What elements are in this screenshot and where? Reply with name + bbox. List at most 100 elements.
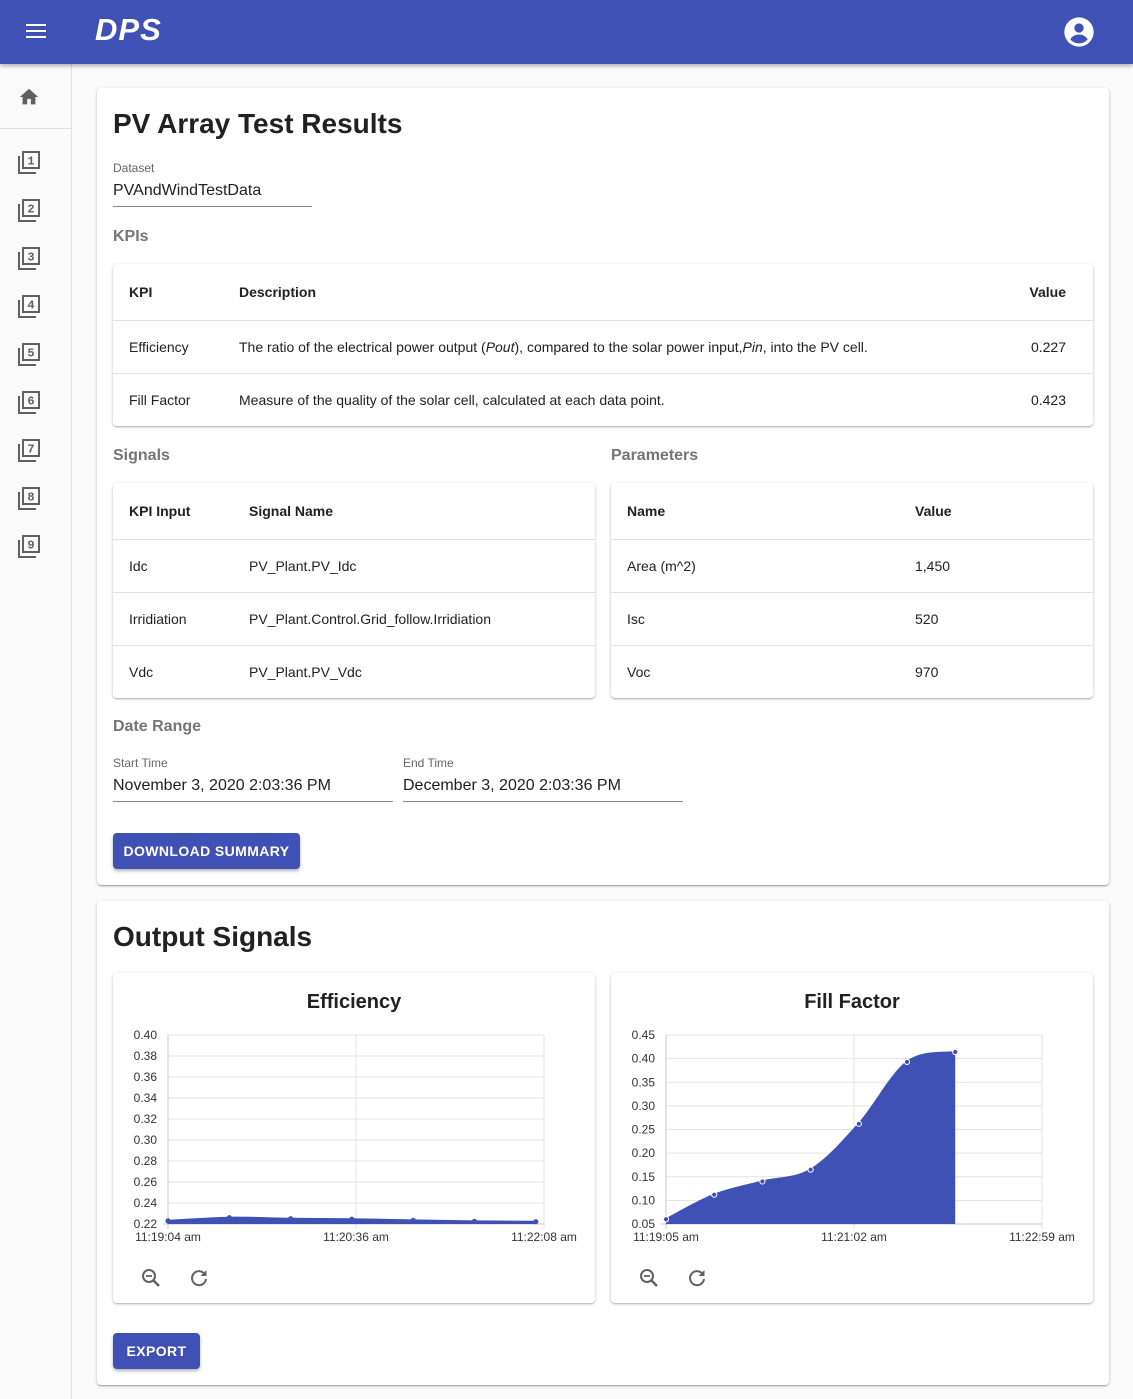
page-title: PV Array Test Results (113, 108, 403, 139)
x-tick-label: 11:20:36 am (323, 1230, 389, 1244)
sidebar-item-5[interactable]: 5 (16, 342, 42, 368)
sidebar: 1 2 3 4 5 6 7 8 9 (0, 64, 72, 1399)
data-point (349, 1216, 355, 1222)
end-time-field[interactable]: December 3, 2020 2:03:36 PM (403, 777, 683, 802)
parameters-heading: Parameters (611, 447, 699, 464)
account-icon[interactable] (1063, 16, 1095, 48)
column-header: KPI (129, 284, 153, 300)
data-point (952, 1048, 959, 1056)
y-tick-label: 0.24 (134, 1196, 158, 1210)
table-row: Voc 970 (611, 646, 1093, 698)
sidebar-item-number: 4 (27, 299, 34, 313)
signals-heading: Signals (113, 447, 170, 464)
column-header: Value (1029, 284, 1066, 300)
sidebar-item-number: 1 (27, 155, 34, 169)
sidebar-item-3[interactable]: 3 (16, 246, 42, 272)
description-text: ), compared to the solar power input, (514, 339, 743, 355)
data-point (711, 1191, 718, 1198)
kpis-heading: KPIs (113, 228, 149, 245)
y-tick-label: 0.10 (632, 1193, 656, 1207)
sidebar-item-6[interactable]: 6 (16, 390, 42, 416)
sidebar-item-2[interactable]: 2 (16, 198, 42, 224)
x-tick-label: 11:22:08 am (511, 1230, 577, 1244)
kpi-description: The ratio of the electrical power output… (239, 321, 868, 373)
table-header-row: KPI Description Value (113, 264, 1093, 321)
sidebar-item-number: 5 (27, 347, 34, 361)
data-point (807, 1166, 814, 1173)
dataset-label: Dataset (113, 161, 155, 175)
y-tick-label: 0.22 (134, 1217, 158, 1231)
sidebar-item-number: 3 (27, 251, 34, 265)
start-time-field[interactable]: November 3, 2020 2:03:36 PM (113, 777, 393, 802)
output-signals-card: Output Signals Efficiency 0.40 0.38 0.36 0.… (97, 901, 1109, 1385)
sidebar-item-1[interactable]: 1 (16, 150, 42, 176)
dataset-select[interactable]: PVAndWindTestData (113, 182, 312, 207)
table-row: Idc PV_Plant.PV_Idc (113, 540, 595, 593)
export-button[interactable]: EXPORT (113, 1333, 200, 1369)
column-header: Value (915, 503, 952, 519)
y-tick-label: 0.25 (632, 1123, 656, 1137)
data-point (903, 1058, 911, 1066)
sidebar-item-number: 7 (27, 443, 34, 457)
y-tick-label: 0.45 (632, 1028, 656, 1042)
parameter-value: 520 (915, 611, 939, 627)
data-point (165, 1218, 171, 1224)
sidebar-item-4[interactable]: 4 (16, 294, 42, 320)
start-time-label: Start Time (113, 756, 168, 770)
table-row: Efficiency The ratio of the electrical p… (113, 321, 1093, 374)
fill-factor-chart[interactable]: 0.45 0.40 0.35 0.30 0.25 0.20 0.15 0.10 0.0511:1… (611, 973, 1093, 1263)
signal-input: Idc (129, 558, 148, 574)
description-text: The ratio of the electrical power output… (239, 339, 486, 355)
table-row: Irridiation PV_Plant.Control.Grid_follow… (113, 593, 595, 646)
parameter-value: 970 (915, 664, 939, 680)
efficiency-chart[interactable]: 0.40 0.38 0.36 0.34 0.32 0.30 0.28 0.26 0.24 0.22… (113, 973, 595, 1263)
x-tick-label: 11:19:05 am (633, 1230, 699, 1244)
menu-icon[interactable] (22, 20, 50, 44)
data-point (759, 1178, 766, 1185)
end-time-label: End Time (403, 756, 454, 770)
column-header: Signal Name (249, 503, 334, 519)
download-summary-button[interactable]: DOWNLOAD SUMMARY (113, 833, 300, 869)
parameter-name: Voc (627, 664, 651, 680)
data-point (410, 1217, 416, 1223)
data-point (471, 1218, 478, 1224)
column-header: Description (239, 284, 317, 300)
table-row: Vdc PV_Plant.PV_Vdc (113, 646, 595, 698)
sidebar-item-number: 9 (27, 539, 34, 553)
x-tick-label: 11:21:02 am (821, 1230, 887, 1244)
zoom-out-icon[interactable] (139, 1266, 163, 1290)
table-row: Fill Factor Measure of the quality of th… (113, 374, 1093, 426)
output-title: Output Signals (113, 921, 313, 952)
parameters-table: Name Value Area (m^2) 1,450 Isc 520 Voc … (611, 483, 1093, 698)
fill-factor-chart-card: Fill Factor 0.45 0.40 0.35 0.30 0.25 0.20 0.15… (611, 973, 1093, 1303)
y-tick-label: 0.30 (632, 1099, 656, 1113)
y-tick-label: 0.30 (134, 1133, 158, 1147)
data-point (288, 1216, 294, 1222)
parameter-value: 1,450 (915, 558, 951, 574)
parameter-name: Isc (627, 611, 645, 627)
sidebar-item-7[interactable]: 7 (16, 438, 42, 464)
signal-name: PV_Plant.PV_Idc (249, 558, 357, 574)
kpi-value: 0.423 (1030, 392, 1066, 408)
table-header-row: Name Value (611, 483, 1093, 540)
kpi-table: KPI Description Value Efficiency The rat… (113, 264, 1093, 426)
signal-input: Irridiation (129, 611, 187, 627)
y-tick-label: 0.38 (134, 1049, 158, 1063)
sidebar-item-8[interactable]: 8 (16, 486, 42, 512)
signal-input: Vdc (129, 664, 154, 680)
reset-icon[interactable] (187, 1266, 211, 1290)
sidebar-item-home[interactable] (0, 64, 72, 129)
table-row: Area (m^2) 1,450 (611, 540, 1093, 593)
zoom-out-icon[interactable] (637, 1266, 661, 1290)
reset-icon[interactable] (685, 1266, 709, 1290)
description-text: , into the PV cell. (762, 339, 868, 355)
kpi-name: Efficiency (129, 339, 189, 355)
parameter-name: Area (m^2) (627, 558, 696, 574)
data-point (662, 1216, 670, 1223)
sidebar-item-9[interactable]: 9 (16, 534, 42, 560)
efficiency-chart-card: Efficiency 0.40 0.38 0.36 0.34 0.32 0.30 0.28 0… (113, 973, 595, 1303)
table-row: Isc 520 (611, 593, 1093, 646)
signal-name: PV_Plant.PV_Vdc (249, 664, 362, 680)
data-point (855, 1120, 862, 1127)
data-point (226, 1215, 232, 1221)
